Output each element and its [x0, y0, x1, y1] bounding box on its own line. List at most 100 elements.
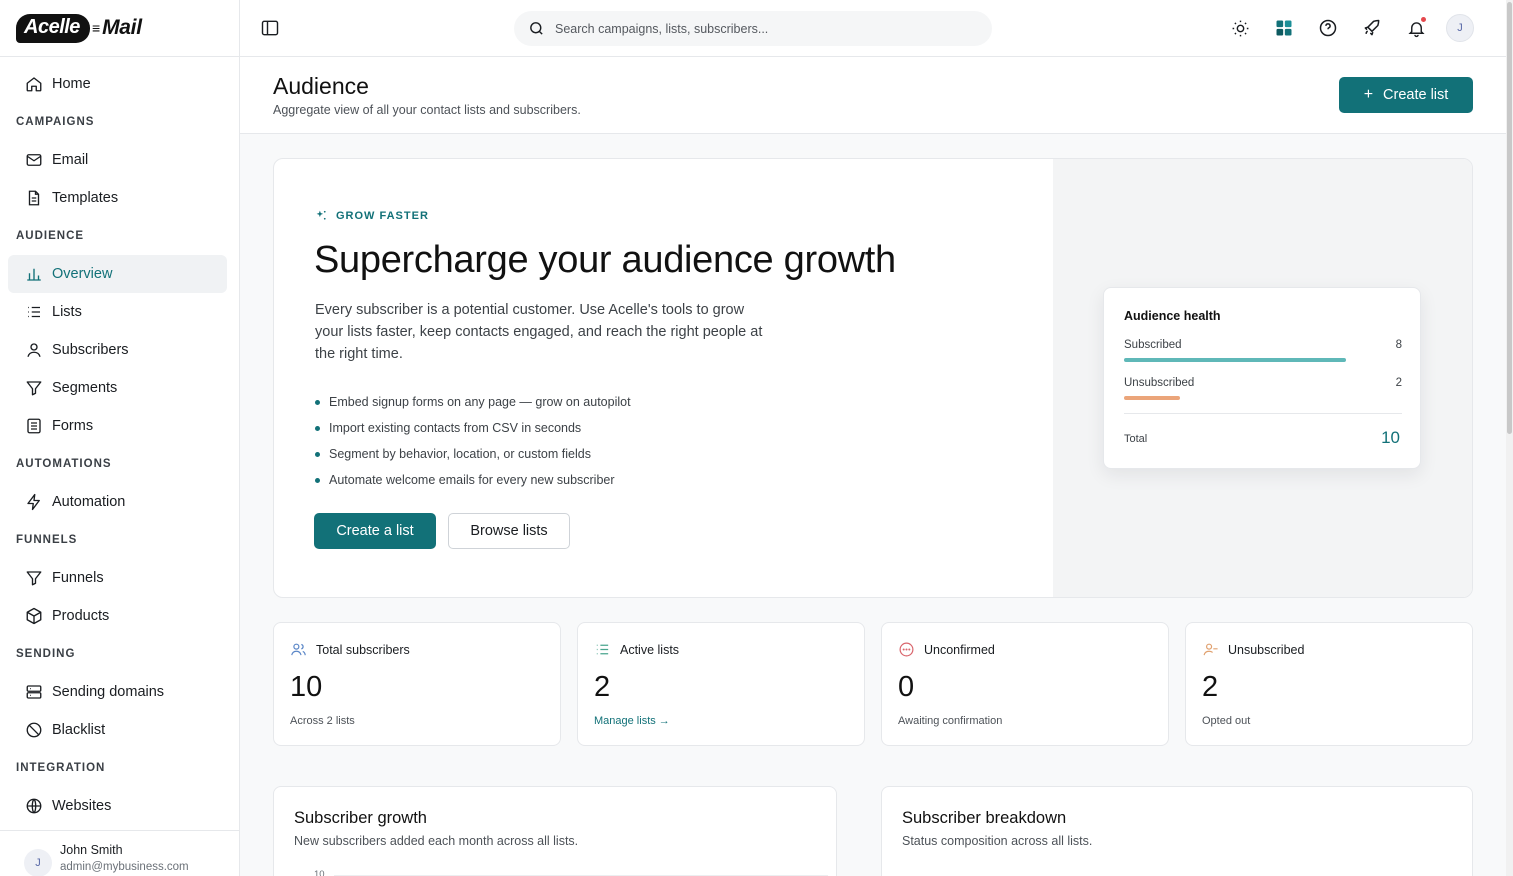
- total-value: 10: [1381, 428, 1400, 447]
- sidebar-item-home[interactable]: Home: [8, 65, 227, 103]
- sidebar-item-products[interactable]: Products: [8, 597, 227, 635]
- logo-left: Acelle: [16, 13, 90, 43]
- sidebar-item-label: Email: [52, 152, 89, 168]
- bolt-icon: [24, 492, 44, 512]
- sidebar-item-automation[interactable]: Automation: [8, 483, 227, 521]
- topbar-actions: J: [1210, 14, 1474, 42]
- section-funnels: FUNNELS: [16, 534, 78, 546]
- health-title: Audience health: [1124, 309, 1221, 323]
- list-item: Embed signup forms on any page — grow on…: [315, 389, 631, 415]
- stat-note: Awaiting confirmation: [898, 715, 1003, 727]
- filter-icon: [24, 378, 44, 398]
- health-row-unsubscribed: Unsubscribed 2: [1124, 377, 1402, 389]
- rocket-icon[interactable]: [1358, 14, 1386, 42]
- stat-card-active-lists: Active lists 2 Manage lists →: [577, 622, 865, 746]
- logo-right: Mail: [102, 16, 142, 39]
- app-grid-icon[interactable]: [1270, 14, 1298, 42]
- section-campaigns: CAMPAIGNS: [16, 116, 95, 128]
- sidebar-item-label: Funnels: [52, 570, 104, 586]
- hero-card: GROW FASTER Supercharge your audience gr…: [273, 158, 1473, 598]
- panel-title: Subscriber breakdown: [902, 809, 1067, 827]
- brand-logo[interactable]: Acelle ≡ Mail: [16, 13, 142, 43]
- sidebar-item-label: Subscribers: [52, 342, 129, 358]
- help-icon[interactable]: [1314, 14, 1342, 42]
- panel-subtitle: New subscribers added each month across …: [294, 834, 579, 848]
- pending-icon: [898, 641, 924, 658]
- create-list-button[interactable]: + Create list: [1339, 77, 1473, 113]
- list-item: Import existing contacts from CSV in sec…: [315, 415, 631, 441]
- bullet-text: Segment by behavior, location, or custom…: [329, 447, 591, 461]
- form-icon: [24, 416, 44, 436]
- sidebar-item-websites[interactable]: Websites: [8, 787, 227, 825]
- users-icon: [290, 641, 316, 658]
- sidebar-item-funnels[interactable]: Funnels: [8, 559, 227, 597]
- subscriber-growth-card: Subscriber growth New subscribers added …: [273, 786, 837, 876]
- sidebar-item-overview[interactable]: Overview: [8, 255, 227, 293]
- search-icon: [528, 20, 545, 37]
- stat-note: Opted out: [1202, 715, 1251, 727]
- avatar: J: [24, 849, 52, 876]
- page-scrollbar[interactable]: [1506, 0, 1513, 876]
- manage-lists-link[interactable]: Manage lists →: [594, 715, 670, 727]
- bullet-text: Embed signup forms on any page — grow on…: [329, 395, 631, 409]
- sidebar-item-sending-domains[interactable]: Sending domains: [8, 673, 227, 711]
- sidebar-item-label: Automation: [52, 494, 126, 510]
- section-sending: SENDING: [16, 648, 76, 660]
- stat-value: 2: [1202, 671, 1219, 703]
- user-minus-icon: [1202, 641, 1228, 658]
- hero-actions: Create a list Browse lists: [314, 513, 570, 549]
- sidebar-user[interactable]: J John Smith admin@mybusiness.com: [0, 830, 239, 876]
- sidebar-toggle-icon[interactable]: [260, 18, 280, 38]
- subscribed-bar: [1124, 358, 1346, 362]
- sidebar-item-label: Segments: [52, 380, 118, 396]
- unsubscribed-bar-track: [1124, 396, 1346, 400]
- hero-eyebrow: GROW FASTER: [315, 209, 429, 222]
- divider: [1124, 413, 1402, 414]
- panel-title: Subscriber growth: [294, 809, 427, 827]
- sidebar-item-email[interactable]: Email: [8, 141, 227, 179]
- hero-illustration-panel: Audience health Subscribed 8 Unsubscribe…: [1053, 159, 1472, 597]
- sun-icon[interactable]: [1226, 14, 1254, 42]
- sidebar-item-lists[interactable]: Lists: [8, 293, 227, 331]
- bullet-text: Import existing contacts from CSV in sec…: [329, 421, 582, 435]
- file-icon: [24, 188, 44, 208]
- globe-icon: [24, 796, 44, 816]
- stat-label: Total subscribers: [290, 641, 410, 658]
- button-label: Create list: [1383, 87, 1449, 103]
- page-subtitle: Aggregate view of all your contact lists…: [273, 103, 581, 117]
- search-bar[interactable]: [514, 11, 992, 46]
- stat-card-total-subscribers: Total subscribers 10 Across 2 lists: [273, 622, 561, 746]
- home-icon: [24, 74, 44, 94]
- sidebar-item-label: Templates: [52, 190, 119, 206]
- sidebar-item-blacklist[interactable]: Blacklist: [8, 711, 227, 749]
- box-icon: [24, 606, 44, 626]
- list-icon: [24, 302, 44, 322]
- browse-lists-button[interactable]: Browse lists: [448, 513, 570, 549]
- unsubscribed-value: 2: [1395, 377, 1402, 389]
- sidebar-item-segments[interactable]: Segments: [8, 369, 227, 407]
- subscribed-label: Subscribed: [1124, 339, 1182, 351]
- logo-separator: ≡: [91, 20, 101, 36]
- search-input[interactable]: [555, 21, 955, 36]
- stat-label: Active lists: [594, 641, 679, 658]
- sidebar-item-templates[interactable]: Templates: [8, 179, 227, 217]
- panel-subtitle: Status composition across all lists.: [902, 834, 1093, 848]
- section-automations: AUTOMATIONS: [16, 458, 112, 470]
- scroll-thumb[interactable]: [1507, 2, 1512, 434]
- page-header: Audience Aggregate view of all your cont…: [240, 57, 1506, 134]
- create-a-list-button[interactable]: Create a list: [314, 513, 436, 549]
- sidebar-item-label: Products: [52, 608, 110, 624]
- sparkle-icon: [315, 209, 336, 222]
- sidebar-item-forms[interactable]: Forms: [8, 407, 227, 445]
- stat-label-text: Unsubscribed: [1228, 642, 1305, 657]
- bar-chart-icon: [24, 264, 44, 284]
- profile-menu[interactable]: J: [1446, 14, 1474, 42]
- sidebar-item-subscribers[interactable]: Subscribers: [8, 331, 227, 369]
- sidebar-item-label: Websites: [52, 798, 112, 814]
- unsubscribed-label: Unsubscribed: [1124, 377, 1195, 389]
- total-label: Total: [1124, 433, 1148, 445]
- bell-icon[interactable]: [1402, 14, 1430, 42]
- stat-card-unconfirmed: Unconfirmed 0 Awaiting confirmation: [881, 622, 1169, 746]
- stat-label-text: Total subscribers: [316, 642, 410, 657]
- sidebar-nav: Home CAMPAIGNS Email Templates AUDIENCE …: [0, 57, 239, 825]
